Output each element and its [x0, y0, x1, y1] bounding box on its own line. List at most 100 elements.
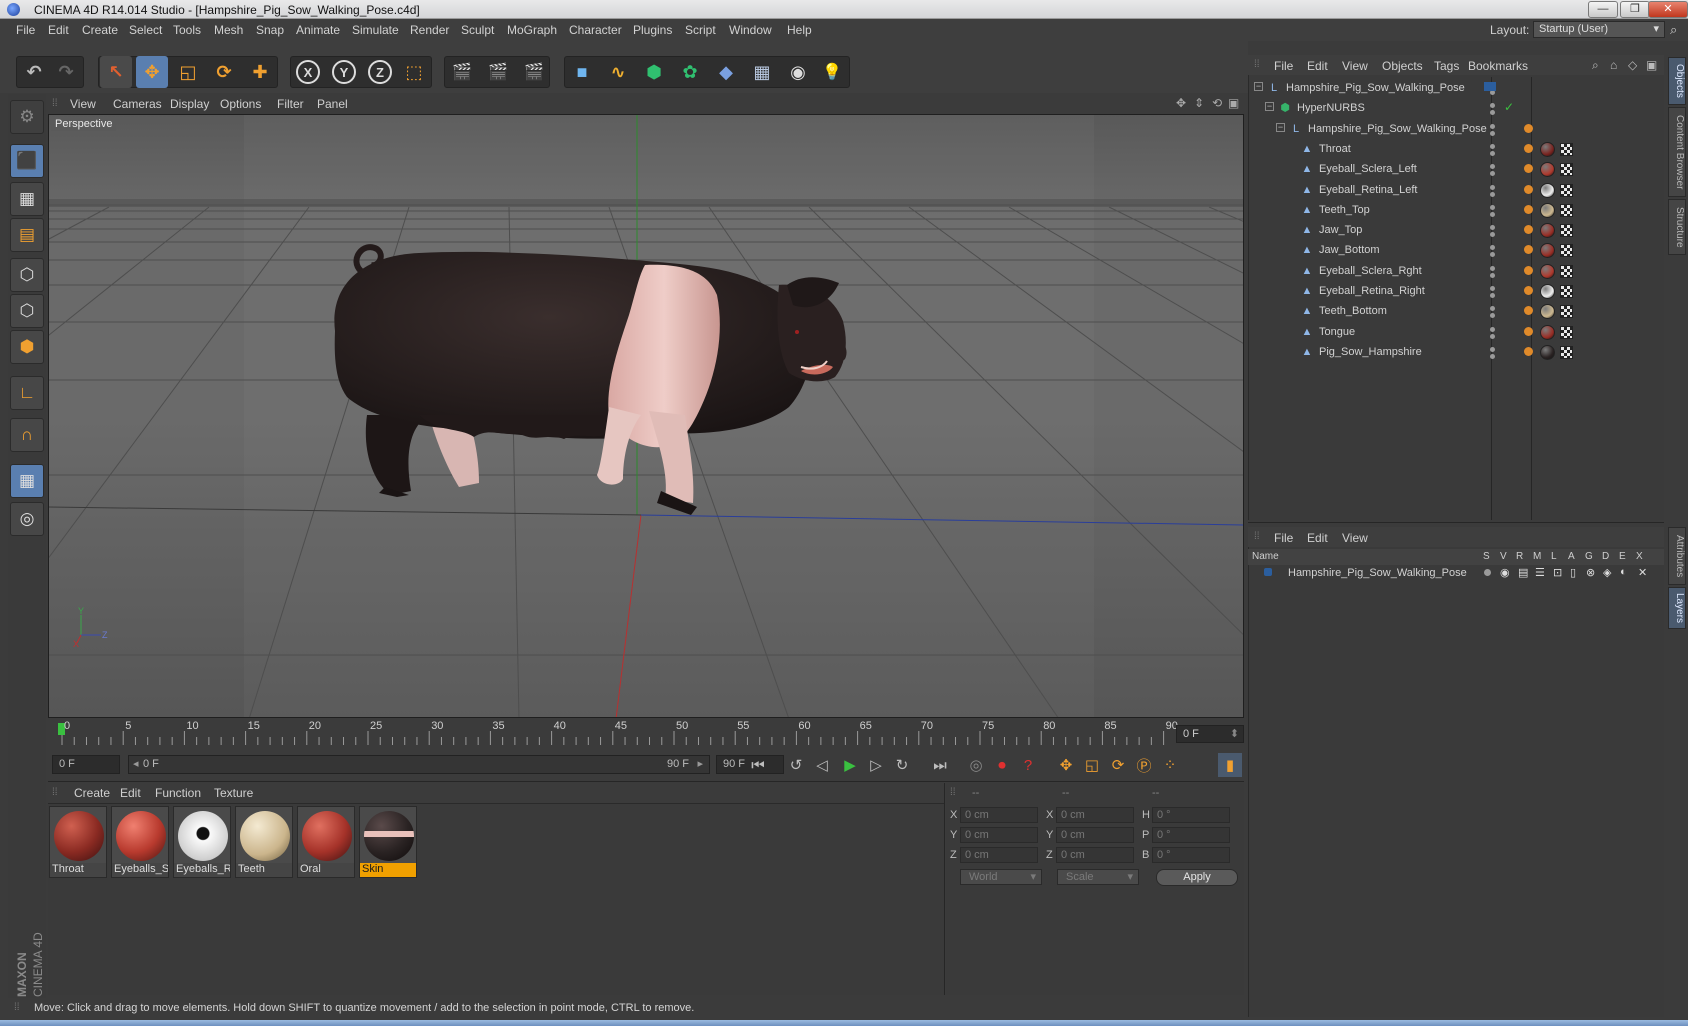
timeline-button[interactable]: ▮ [1218, 753, 1242, 777]
size-z-field[interactable]: 0 cm [1056, 847, 1134, 863]
tab-content-browser[interactable]: Content Browser [1668, 107, 1686, 197]
uvw-tag-icon[interactable] [1560, 305, 1573, 319]
render-picture-viewer-button[interactable]: 🎬 [482, 56, 514, 88]
material-tag-icon[interactable] [1540, 223, 1555, 239]
solo-dot-icon[interactable] [1484, 569, 1491, 576]
editor-visibility-dot-icon[interactable] [1490, 265, 1495, 271]
parameter-key-button[interactable]: Ⓟ [1132, 753, 1156, 777]
pos-z-field[interactable]: 0 cm [960, 847, 1038, 863]
add-light-button[interactable]: 💡 [816, 56, 848, 88]
snap-button[interactable]: ∩ [10, 418, 44, 452]
editor-visibility-dot-icon[interactable] [1490, 306, 1495, 312]
scale-key-button[interactable]: ◱ [1080, 753, 1104, 777]
xref-icon[interactable]: ✕ [1638, 566, 1647, 579]
viewport-camera-label[interactable]: Perspective [51, 117, 117, 131]
object-row[interactable]: ▲ Eyeball_Sclera_Left [1250, 160, 1664, 179]
material-tag-icon[interactable] [1540, 141, 1555, 157]
rot-b-field[interactable]: 0 ° [1152, 847, 1230, 863]
menu-script[interactable]: Script [685, 23, 716, 37]
y-axis-button[interactable]: Y [328, 56, 360, 88]
position-key-button[interactable]: ✥ [1054, 753, 1078, 777]
zoom-view-icon[interactable]: ⇕ [1194, 96, 1204, 110]
render-visibility-dot-icon[interactable] [1490, 232, 1495, 238]
viewport-menu-cameras[interactable]: Cameras [113, 97, 162, 111]
object-row[interactable]: ▲ Teeth_Bottom [1250, 302, 1664, 321]
layer-col-generators[interactable]: G [1585, 551, 1593, 562]
uvw-tag-icon[interactable] [1560, 244, 1573, 258]
tab-structure[interactable]: Structure [1668, 199, 1686, 255]
render-visibility-dot-icon[interactable] [1490, 110, 1495, 116]
render-visibility-dot-icon[interactable] [1490, 191, 1495, 197]
editor-visibility-dot-icon[interactable] [1490, 326, 1495, 332]
editor-visibility-dot-icon[interactable] [1490, 286, 1495, 291]
menu-mesh[interactable]: Mesh [214, 23, 243, 37]
rotate-view-icon[interactable]: ⟲ [1212, 96, 1222, 110]
editor-visibility-dot-icon[interactable] [1490, 123, 1495, 129]
menu-edit[interactable]: Edit [48, 23, 69, 37]
rotate-tool-button[interactable]: ⟳ [208, 56, 240, 88]
goto-next-key-button[interactable]: ↻ [890, 753, 914, 777]
move-view-icon[interactable]: ✥ [1176, 96, 1186, 110]
phong-tag-icon[interactable] [1524, 245, 1533, 255]
menu-sculpt[interactable]: Sculpt [461, 23, 494, 37]
add-array-button[interactable]: ✿ [674, 56, 706, 88]
autokey-button[interactable]: ⏺ [990, 753, 1014, 777]
objects-menu-tags[interactable]: Tags [1434, 59, 1459, 73]
editor-visibility-dot-icon[interactable] [1490, 103, 1495, 109]
material-tag-icon[interactable] [1540, 202, 1555, 218]
phong-tag-icon[interactable] [1524, 164, 1533, 174]
object-row[interactable]: ▲ Eyeball_Retina_Left [1250, 181, 1664, 200]
material-tag-icon[interactable] [1540, 324, 1555, 340]
layer-col-deformers[interactable]: D [1602, 551, 1609, 562]
menu-mograph[interactable]: MoGraph [507, 23, 557, 37]
layers-menu-file[interactable]: File [1274, 531, 1293, 545]
phong-tag-icon[interactable] [1524, 123, 1533, 133]
material-tag-icon[interactable] [1540, 182, 1555, 198]
render-visibility-dot-icon[interactable] [1490, 211, 1495, 217]
render-visibility-dot-icon[interactable] [1490, 150, 1495, 156]
menu-help[interactable]: Help [787, 23, 812, 37]
add-cube-button[interactable]: ■ [566, 56, 598, 88]
add-floor-button[interactable]: ▦ [746, 56, 778, 88]
min-time-field[interactable]: 0 F [52, 755, 120, 774]
collapse-toggle-icon[interactable]: − [1276, 122, 1285, 132]
uvw-tag-icon[interactable] [1560, 345, 1573, 359]
undo-button[interactable]: ↶ [18, 56, 50, 88]
play-button[interactable]: ▶ [838, 753, 862, 777]
close-button[interactable]: ✕ [1648, 1, 1688, 18]
timeline-ruler[interactable]: 0 5 10 15 20 25 30 35 40 45 50 55 60 65 70 75 80 85 90 [48, 720, 1244, 747]
editor-visibility-dot-icon[interactable] [1490, 346, 1495, 352]
animation-icon[interactable]: ▯ [1570, 566, 1576, 579]
menu-snap[interactable]: Snap [256, 23, 284, 37]
rotation-key-button[interactable]: ⟳ [1106, 753, 1130, 777]
object-row[interactable]: ▲ Throat [1250, 140, 1664, 159]
expressions-icon[interactable]: ◐ [1620, 566, 1627, 578]
layer-col-view[interactable]: V [1500, 551, 1507, 562]
render-visibility-dot-icon[interactable] [1490, 171, 1495, 177]
step-back-button[interactable]: ◁ [810, 753, 834, 777]
menu-character[interactable]: Character [569, 23, 622, 37]
search-icon[interactable]: ⌕ [1592, 58, 1599, 73]
view-eye-icon[interactable]: ◉ [1500, 566, 1510, 579]
editor-visibility-dot-icon[interactable] [1490, 143, 1495, 149]
objects-menu-objects[interactable]: Objects [1382, 59, 1423, 73]
minimize-button[interactable]: — [1588, 1, 1618, 18]
render-visibility-dot-icon[interactable] [1490, 130, 1495, 136]
menu-simulate[interactable]: Simulate [352, 23, 399, 37]
uvw-tag-icon[interactable] [1560, 183, 1573, 197]
uvw-tag-icon[interactable] [1560, 203, 1573, 217]
redo-button[interactable]: ↷ [50, 56, 82, 88]
viewport-menu-display[interactable]: Display [170, 97, 209, 111]
planar-workplane-button[interactable]: ◎ [10, 502, 44, 536]
layer-col-render[interactable]: R [1516, 551, 1523, 562]
time-range-slider[interactable]: ◂ 0 F 90 F ▸ [128, 755, 710, 774]
layers-menu-edit[interactable]: Edit [1307, 531, 1328, 545]
material-oral[interactable]: Oral [297, 806, 355, 878]
object-row[interactable]: ▲ Tongue [1250, 323, 1664, 342]
scale-tool-button[interactable]: ◱ [172, 56, 204, 88]
rot-p-field[interactable]: 0 ° [1152, 827, 1230, 843]
add-nurbs-button[interactable]: ⬢ [638, 56, 670, 88]
object-row[interactable]: ▲ Eyeball_Sclera_Rght [1250, 262, 1664, 281]
material-teeth[interactable]: Teeth [235, 806, 293, 878]
objects-menu-view[interactable]: View [1342, 59, 1368, 73]
